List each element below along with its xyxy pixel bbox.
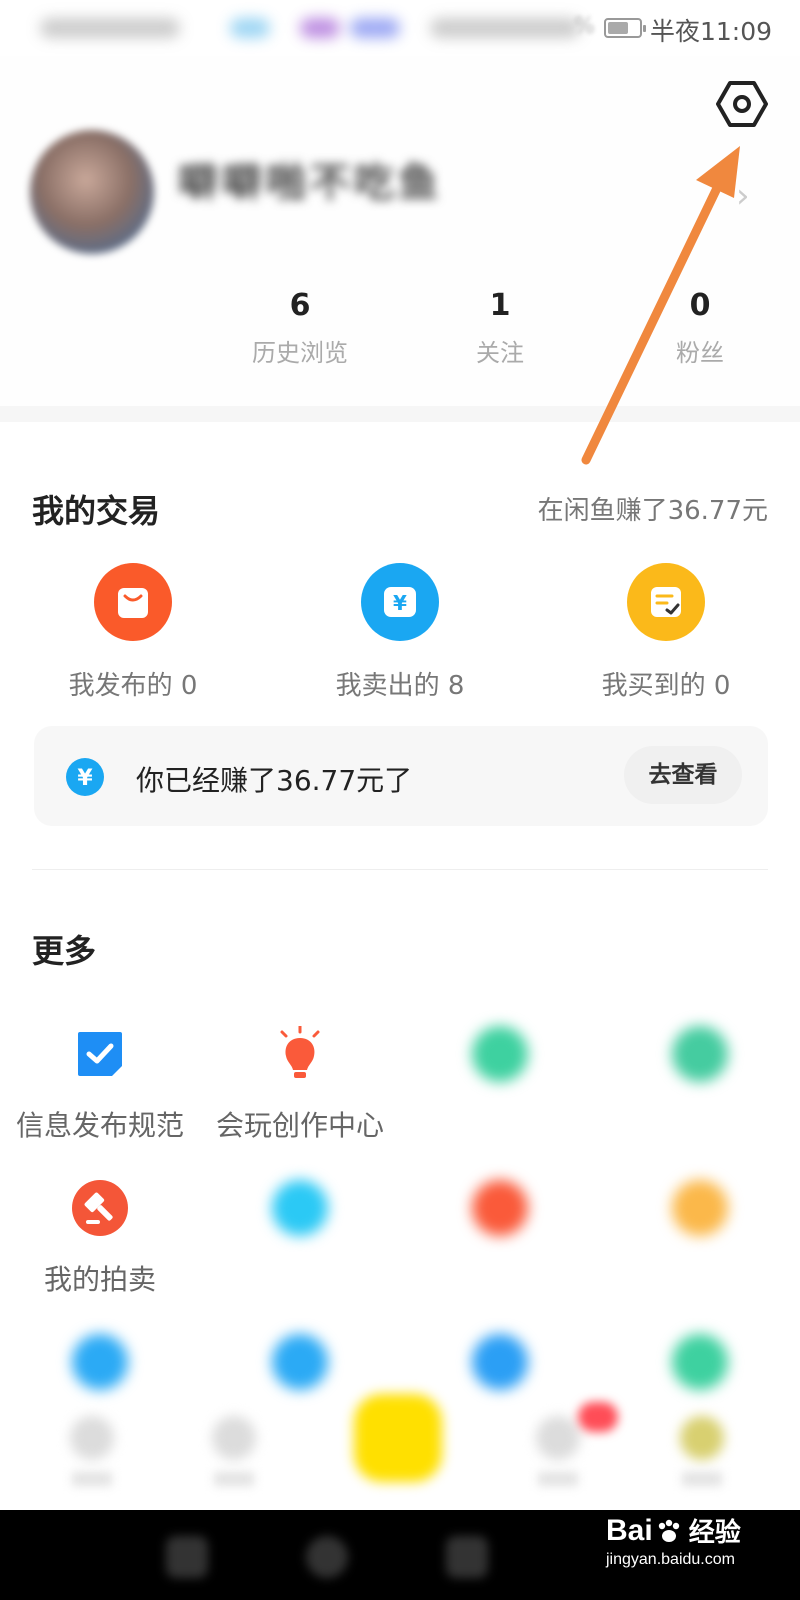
watermark-url: jingyan.baidu.com bbox=[606, 1551, 735, 1568]
grid-label: ​ bbox=[200, 1258, 400, 1291]
username[interactable]: 噼噼啪不吃鱼 bbox=[178, 150, 442, 208]
battery-percent: % bbox=[574, 14, 595, 39]
svg-text:¥: ¥ bbox=[77, 766, 93, 791]
checkbox-icon bbox=[72, 1026, 128, 1082]
grid-label: 信息发布规范 bbox=[15, 1109, 184, 1142]
chevron-right-icon[interactable]: › bbox=[736, 176, 750, 216]
grid-label: 会玩创作中心 bbox=[215, 1109, 384, 1142]
tab-profile-icon[interactable] bbox=[680, 1416, 724, 1460]
blurred-icon bbox=[472, 1026, 528, 1082]
stat-label: ​ bbox=[25, 333, 175, 361]
my-trades-title: 我的交易 bbox=[32, 492, 161, 530]
tab-label bbox=[214, 1472, 254, 1486]
paw-icon bbox=[655, 1517, 683, 1545]
nav-home-icon[interactable] bbox=[306, 1536, 348, 1578]
status-time: 半夜11:09 bbox=[649, 17, 772, 46]
settings-hexagon-icon bbox=[716, 81, 768, 127]
grid-my-auction[interactable]: 我的拍卖 bbox=[0, 1180, 200, 1298]
stat-label: 历史浏览 bbox=[252, 339, 348, 367]
tab-home-icon[interactable] bbox=[70, 1416, 114, 1460]
grid-item-blurred[interactable]: ​ bbox=[400, 1180, 600, 1291]
yen-coin-icon: ¥ bbox=[66, 758, 104, 796]
trade-published[interactable]: 我发布的 0 bbox=[3, 563, 263, 702]
trade-bought[interactable]: 我买到的 0 bbox=[536, 563, 796, 702]
stat-label: 粉丝 bbox=[676, 339, 724, 367]
lightbulb-icon bbox=[272, 1026, 328, 1082]
grid-info-rules[interactable]: 信息发布规范 bbox=[0, 1026, 200, 1144]
grid-item-blurred[interactable]: ​ bbox=[600, 1180, 800, 1291]
battery-icon bbox=[604, 18, 646, 38]
stat-blurred[interactable]: ​ ​ bbox=[25, 288, 175, 361]
publish-button[interactable] bbox=[354, 1394, 442, 1482]
grid-label: ​ bbox=[400, 1104, 600, 1137]
watermark-cn-text: 经验 bbox=[688, 1518, 741, 1548]
trade-label: 我发布的 0 bbox=[68, 671, 198, 701]
status-icons-blurred bbox=[30, 12, 590, 44]
nav-recents-icon[interactable] bbox=[446, 1536, 488, 1578]
view-earnings-button[interactable]: 去查看 bbox=[624, 746, 742, 804]
yen-icon: ¥ bbox=[361, 563, 439, 641]
stat-value: ​ bbox=[25, 288, 175, 323]
stat-followers[interactable]: 0 粉丝 bbox=[625, 288, 775, 368]
tab-discover-icon[interactable] bbox=[212, 1416, 256, 1460]
receipt-check-icon bbox=[627, 563, 705, 641]
grid-label: ​ bbox=[600, 1104, 800, 1137]
grid-creator-center[interactable]: 会玩创作中心 bbox=[200, 1026, 400, 1144]
tab-label bbox=[682, 1472, 722, 1486]
tab-messages-icon[interactable] bbox=[536, 1416, 580, 1460]
stat-value: 1 bbox=[489, 288, 511, 323]
watermark-logo-text: Bai bbox=[606, 1513, 653, 1547]
bottom-tab-bar bbox=[0, 1380, 800, 1510]
divider bbox=[32, 869, 768, 870]
trade-label: 我卖出的 8 bbox=[335, 671, 465, 701]
blurred-icon bbox=[672, 1180, 728, 1236]
grid-label: ​ bbox=[400, 1258, 600, 1291]
avatar[interactable] bbox=[30, 130, 154, 254]
nav-back-icon[interactable] bbox=[166, 1536, 208, 1578]
stat-label: 关注 bbox=[476, 339, 524, 367]
blurred-icon bbox=[472, 1180, 528, 1236]
earned-summary-link[interactable]: 在闲鱼赚了36.77元 bbox=[538, 490, 768, 527]
stat-history[interactable]: 6 历史浏览 bbox=[225, 288, 375, 368]
tab-label bbox=[72, 1472, 112, 1486]
auction-hammer-icon bbox=[72, 1180, 128, 1236]
trade-label: 我买到的 0 bbox=[601, 671, 731, 701]
grid-label: 我的拍卖 bbox=[43, 1263, 156, 1296]
grid-item-blurred[interactable]: ​ bbox=[200, 1180, 400, 1291]
unread-badge bbox=[578, 1402, 618, 1432]
grid-item-blurred[interactable]: ​ bbox=[400, 1026, 600, 1137]
grid-label: ​ bbox=[600, 1258, 800, 1291]
svg-text:¥: ¥ bbox=[393, 591, 407, 615]
stat-value: 0 bbox=[689, 288, 711, 323]
trade-sold[interactable]: ¥ 我卖出的 8 bbox=[270, 563, 530, 702]
status-bar: % 半夜11:09 bbox=[0, 0, 800, 56]
tab-label bbox=[538, 1472, 578, 1486]
section-divider bbox=[0, 406, 800, 422]
stat-value: 6 bbox=[289, 288, 311, 323]
grid-item-blurred[interactable]: ​ bbox=[600, 1026, 800, 1137]
shopping-bag-icon bbox=[94, 563, 172, 641]
blurred-icon bbox=[672, 1026, 728, 1082]
stat-following[interactable]: 1 关注 bbox=[425, 288, 575, 368]
more-title: 更多 bbox=[32, 932, 97, 970]
earnings-text: 你已经赚了36.77元了 bbox=[136, 764, 413, 797]
baidu-jingyan-watermark: Bai 经验 jingyan.baidu.com bbox=[606, 1512, 756, 1592]
blurred-icon bbox=[272, 1180, 328, 1236]
settings-button[interactable] bbox=[716, 78, 768, 130]
earnings-banner[interactable]: ¥ 你已经赚了36.77元了 去查看 bbox=[34, 726, 768, 826]
